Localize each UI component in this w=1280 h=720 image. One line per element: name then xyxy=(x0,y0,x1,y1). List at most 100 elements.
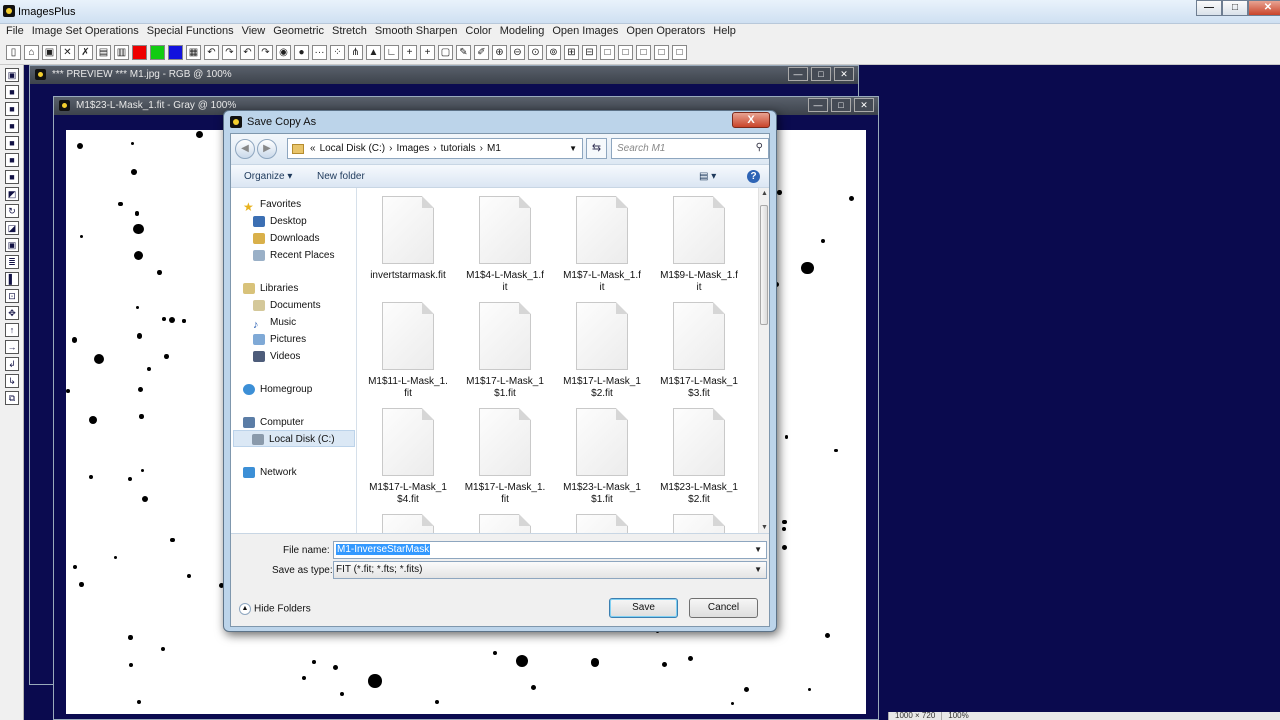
square-icon[interactable]: □ xyxy=(636,45,651,60)
zoom-actual-icon[interactable]: ⊚ xyxy=(546,45,561,60)
preview-maximize-button[interactable]: □ xyxy=(811,67,831,81)
node-icon[interactable]: ⋔ xyxy=(348,45,363,60)
nav-computer[interactable]: Computer xyxy=(243,414,304,431)
mask-maximize-button[interactable]: □ xyxy=(831,98,851,112)
green-black-icon[interactable]: ■ xyxy=(5,119,19,133)
frame-tool-icon[interactable]: ▣ xyxy=(5,238,19,252)
file-item[interactable]: M1$7-L-Mask_1.f it xyxy=(557,190,647,294)
paint-icon[interactable]: ✎ xyxy=(456,45,471,60)
dots-icon[interactable]: ··· xyxy=(312,45,327,60)
menu-stretch[interactable]: Stretch xyxy=(328,24,371,41)
nav-network[interactable]: Network xyxy=(243,464,297,481)
scroll-up-icon[interactable]: ▲ xyxy=(760,190,769,197)
menu-open-images[interactable]: Open Images xyxy=(548,24,622,41)
save-icon[interactable]: ▣ xyxy=(42,45,57,60)
plus-box-icon[interactable]: ⊞ xyxy=(564,45,579,60)
zoom-in-icon[interactable]: ⊕ xyxy=(492,45,507,60)
square-icon[interactable]: □ xyxy=(654,45,669,60)
nav-documents[interactable]: Documents xyxy=(253,297,321,314)
file-name-dropdown-icon[interactable]: ▼ xyxy=(754,542,762,558)
menu-modeling[interactable]: Modeling xyxy=(496,24,549,41)
forward-button[interactable]: ▶ xyxy=(257,139,277,159)
refresh-button[interactable]: ⇆ xyxy=(586,138,607,159)
help-icon[interactable]: ? xyxy=(747,170,760,183)
red-black-icon[interactable]: ■ xyxy=(5,102,19,116)
minimize-button[interactable]: — xyxy=(1196,0,1222,16)
app-close-button[interactable]: ✕ xyxy=(1248,0,1280,16)
file-item[interactable] xyxy=(460,508,550,533)
nav-downloads[interactable]: Downloads xyxy=(253,230,319,247)
stars-icon[interactable]: ⁘ xyxy=(330,45,345,60)
pencil-icon[interactable]: ✐ xyxy=(474,45,489,60)
crumb-local-disk[interactable]: Local Disk (C:) xyxy=(320,143,386,154)
new-folder-button[interactable]: New folder xyxy=(317,171,365,182)
nav-videos[interactable]: Videos xyxy=(253,348,300,365)
move-tool-icon[interactable]: ✥ xyxy=(5,306,19,320)
cancel-button[interactable]: Cancel xyxy=(689,598,758,618)
target-icon[interactable]: ◉ xyxy=(276,45,291,60)
undo-icon[interactable]: ↶ xyxy=(204,45,219,60)
nav-homegroup[interactable]: Homegroup xyxy=(243,381,312,398)
file-item[interactable]: M1$17-L-Mask_1 $3.fit xyxy=(654,296,744,400)
redo-arrow-icon[interactable]: ↳ xyxy=(5,374,19,388)
nav-recent-places[interactable]: Recent Places xyxy=(253,247,334,264)
green-swatch-icon[interactable] xyxy=(150,45,165,60)
dialog-close-button[interactable]: X xyxy=(732,112,770,128)
check-x-icon[interactable]: ✗ xyxy=(78,45,93,60)
file-item[interactable]: M1$4-L-Mask_1.f it xyxy=(460,190,550,294)
undo-all-icon[interactable]: ↶ xyxy=(240,45,255,60)
crumb-m1[interactable]: M1 xyxy=(487,143,501,154)
square-icon[interactable]: □ xyxy=(600,45,615,60)
menu-help[interactable]: Help xyxy=(709,24,740,41)
organize-button[interactable]: Organize ▾ xyxy=(244,171,292,182)
frame-icon[interactable]: ▢ xyxy=(438,45,453,60)
crumb-tutorials[interactable]: tutorials xyxy=(441,143,476,154)
black-square-icon[interactable]: ■ xyxy=(5,85,19,99)
menu-special-functions[interactable]: Special Functions xyxy=(143,24,238,41)
search-input[interactable]: Search M1 ⚲ xyxy=(611,138,769,159)
blue-black-icon[interactable]: ■ xyxy=(5,136,19,150)
zoom-fit-icon[interactable]: ⊙ xyxy=(528,45,543,60)
dialog-titlebar[interactable]: Save Copy As X xyxy=(224,111,776,133)
nav-favorites[interactable]: ★ Favorites xyxy=(243,196,301,214)
undo-arrow-icon[interactable]: ↲ xyxy=(5,357,19,371)
redo-icon[interactable]: ↷ xyxy=(222,45,237,60)
nav-pictures[interactable]: Pictures xyxy=(253,331,306,348)
back-button[interactable]: ◀ xyxy=(235,139,255,159)
up-arrow-icon[interactable]: ↑ xyxy=(5,323,19,337)
select-tool-icon[interactable]: ⊡ xyxy=(5,289,19,303)
file-item[interactable] xyxy=(363,508,453,533)
menu-color[interactable]: Color xyxy=(461,24,495,41)
blue-swatch-icon[interactable] xyxy=(168,45,183,60)
nav-libraries[interactable]: Libraries xyxy=(243,280,298,297)
close-x-icon[interactable]: ✕ xyxy=(60,45,75,60)
zoom-out-icon[interactable]: ⊖ xyxy=(510,45,525,60)
mask-minimize-button[interactable]: — xyxy=(808,98,828,112)
scrollbar-thumb[interactable] xyxy=(760,205,768,325)
levels-icon[interactable]: ≣ xyxy=(5,255,19,269)
crosshair-icon[interactable]: + xyxy=(420,45,435,60)
preview-minimize-button[interactable]: — xyxy=(788,67,808,81)
preview-close-button[interactable]: ✕ xyxy=(834,67,854,81)
file-item[interactable]: M1$17-L-Mask_1 $1.fit xyxy=(460,296,550,400)
color-pair-icon[interactable]: ■ xyxy=(5,170,19,184)
address-dropdown-icon[interactable]: ▼ xyxy=(569,144,577,153)
file-item[interactable]: M1$9-L-Mask_1.f it xyxy=(654,190,744,294)
address-overflow[interactable]: « xyxy=(310,143,316,154)
color-bars-icon[interactable]: ▥ xyxy=(114,45,129,60)
file-item[interactable]: M1$23-L-Mask_1 $1.fit xyxy=(557,402,647,506)
file-item[interactable] xyxy=(654,508,744,533)
file-item[interactable]: M1$17-L-Mask_1. fit xyxy=(460,402,550,506)
nav-music[interactable]: ♪ Music xyxy=(253,314,296,331)
save-tool-icon[interactable]: ▣ xyxy=(5,68,19,82)
copy-tool-icon[interactable]: ⧉ xyxy=(5,391,19,405)
new-file-icon[interactable]: ▯ xyxy=(6,45,21,60)
menu-image-set-operations[interactable]: Image Set Operations xyxy=(28,24,143,41)
right-arrow-icon[interactable]: → xyxy=(5,340,19,354)
nav-desktop[interactable]: Desktop xyxy=(253,213,307,230)
menu-smooth-sharpen[interactable]: Smooth Sharpen xyxy=(371,24,462,41)
redo-all-icon[interactable]: ↷ xyxy=(258,45,273,60)
record-icon[interactable]: ● xyxy=(294,45,309,60)
preview-window-titlebar[interactable]: *** PREVIEW *** M1.jpg - RGB @ 100% — □ … xyxy=(30,66,858,84)
file-item[interactable]: M1$23-L-Mask_1 $2.fit xyxy=(654,402,744,506)
